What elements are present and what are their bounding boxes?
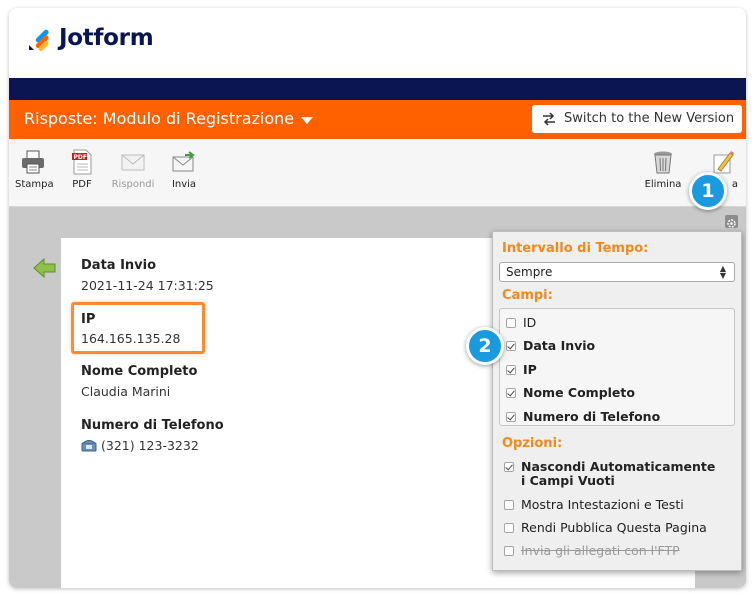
options-heading: Opzioni:: [502, 436, 563, 451]
edit-icon: [713, 151, 734, 174]
reply-button[interactable]: Rispondi: [109, 149, 157, 190]
navy-stripe: [9, 78, 746, 100]
checkbox[interactable]: [506, 412, 516, 422]
option-label: Rendi Pubblica Questa Pagina: [521, 520, 707, 535]
toolbar: Stampa PDF PDF Rispondi Invia Elimina a: [9, 139, 746, 207]
reply-label: Rispondi: [111, 179, 155, 190]
form-header: Risposte: Modulo di Registrazione Switch…: [9, 100, 746, 139]
field-value-phone: (321) 123-3232: [101, 438, 199, 453]
delete-label: Elimina: [644, 179, 682, 190]
callout-badge-1: 1: [689, 172, 727, 210]
phone-icon: [81, 440, 97, 452]
field-option-phone[interactable]: Numero di Telefono: [506, 409, 660, 424]
option-ftp-attachments: Invia gli allegati con l'FTP: [504, 543, 680, 558]
field-option-label: Nome Completo: [523, 385, 635, 400]
caret-down-icon[interactable]: [301, 117, 313, 124]
checkbox[interactable]: [506, 341, 516, 351]
time-range-heading: Intervallo di Tempo:: [502, 241, 649, 256]
form-title-dropdown[interactable]: Risposte: Modulo di Registrazione: [24, 109, 294, 128]
field-value-date: 2021-11-24 17:31:25: [81, 278, 214, 293]
checkbox[interactable]: [506, 365, 516, 375]
field-value-name: Claudia Marini: [81, 384, 171, 399]
field-option-name[interactable]: Nome Completo: [506, 385, 635, 400]
fields-heading: Campi:: [502, 288, 553, 303]
checkbox[interactable]: [504, 523, 514, 533]
field-option-label: IP: [523, 362, 537, 377]
checkbox: [504, 546, 514, 556]
swap-arrows-icon: [543, 112, 555, 126]
time-range-select[interactable]: Sempre ▲ ▼: [499, 262, 735, 282]
select-arrows-icon: ▲ ▼: [719, 264, 726, 280]
send-label: Invia: [171, 179, 197, 190]
option-label: Nascondi Automaticamente: [521, 459, 716, 474]
gear-icon[interactable]: [725, 215, 738, 228]
mail-reply-icon: [121, 154, 145, 171]
settings-panel: Intervallo di Tempo: Sempre ▲ ▼ Campi: ID…: [492, 231, 742, 571]
option-hide-empty[interactable]: Nascondi Automaticamente i Campi Vuoti: [504, 460, 715, 488]
switch-version-button[interactable]: Switch to the New Version: [532, 105, 742, 133]
field-value-ip: 164.165.135.28: [81, 331, 181, 346]
option-label: Invia gli allegati con l'FTP: [521, 543, 680, 558]
print-label: Stampa: [15, 179, 54, 190]
app-window: Jotform Risposte: Modulo di Registrazion…: [9, 8, 746, 588]
switch-version-label: Switch to the New Version: [564, 111, 735, 126]
option-show-headers[interactable]: Mostra Intestazioni e Testi: [504, 497, 684, 512]
fields-list: ID Data Invio IP Nome Completo Numero di…: [499, 308, 735, 426]
field-label-phone: Numero di Telefono: [81, 418, 224, 433]
jotform-logo-icon: [29, 29, 49, 51]
delete-button[interactable]: Elimina: [643, 149, 683, 190]
trash-icon: [654, 151, 672, 174]
field-label-ip: IP: [81, 312, 96, 327]
field-label-name: Nome Completo: [81, 364, 198, 379]
option-label-line2: i Campi Vuoti: [521, 473, 615, 488]
callout-badge-2: 2: [466, 327, 504, 365]
field-option-label: Data Invio: [523, 338, 596, 353]
field-option-ip[interactable]: IP: [506, 362, 537, 377]
checkbox[interactable]: [504, 462, 514, 472]
option-make-public[interactable]: Rendi Pubblica Questa Pagina: [504, 520, 707, 535]
mail-forward-icon: [172, 151, 195, 172]
svg-text:PDF: PDF: [74, 154, 87, 161]
option-label: Mostra Intestazioni e Testi: [521, 497, 684, 512]
printer-icon: [22, 150, 44, 174]
back-arrow-icon[interactable]: [33, 257, 57, 279]
print-button[interactable]: Stampa: [15, 149, 54, 190]
send-button[interactable]: Invia: [167, 149, 201, 190]
work-area: Data Invio 2021-11-24 17:31:25 IP 164.16…: [9, 207, 746, 588]
ip-highlight-box: [71, 302, 205, 354]
field-option-id[interactable]: ID: [506, 315, 536, 330]
checkbox[interactable]: [506, 388, 516, 398]
pdf-icon: PDF: [72, 149, 92, 175]
pdf-button[interactable]: PDF PDF: [67, 149, 97, 190]
checkbox[interactable]: [506, 318, 516, 328]
field-option-label: Numero di Telefono: [523, 409, 661, 424]
field-option-date[interactable]: Data Invio: [506, 338, 595, 353]
brand-bar: Jotform: [9, 8, 746, 78]
checkbox[interactable]: [504, 500, 514, 510]
field-option-label: ID: [523, 315, 537, 330]
field-label-date: Data Invio: [81, 258, 157, 273]
logo-text: Jotform: [59, 25, 154, 51]
time-range-value: Sempre: [506, 265, 553, 279]
pdf-label: PDF: [72, 179, 92, 190]
